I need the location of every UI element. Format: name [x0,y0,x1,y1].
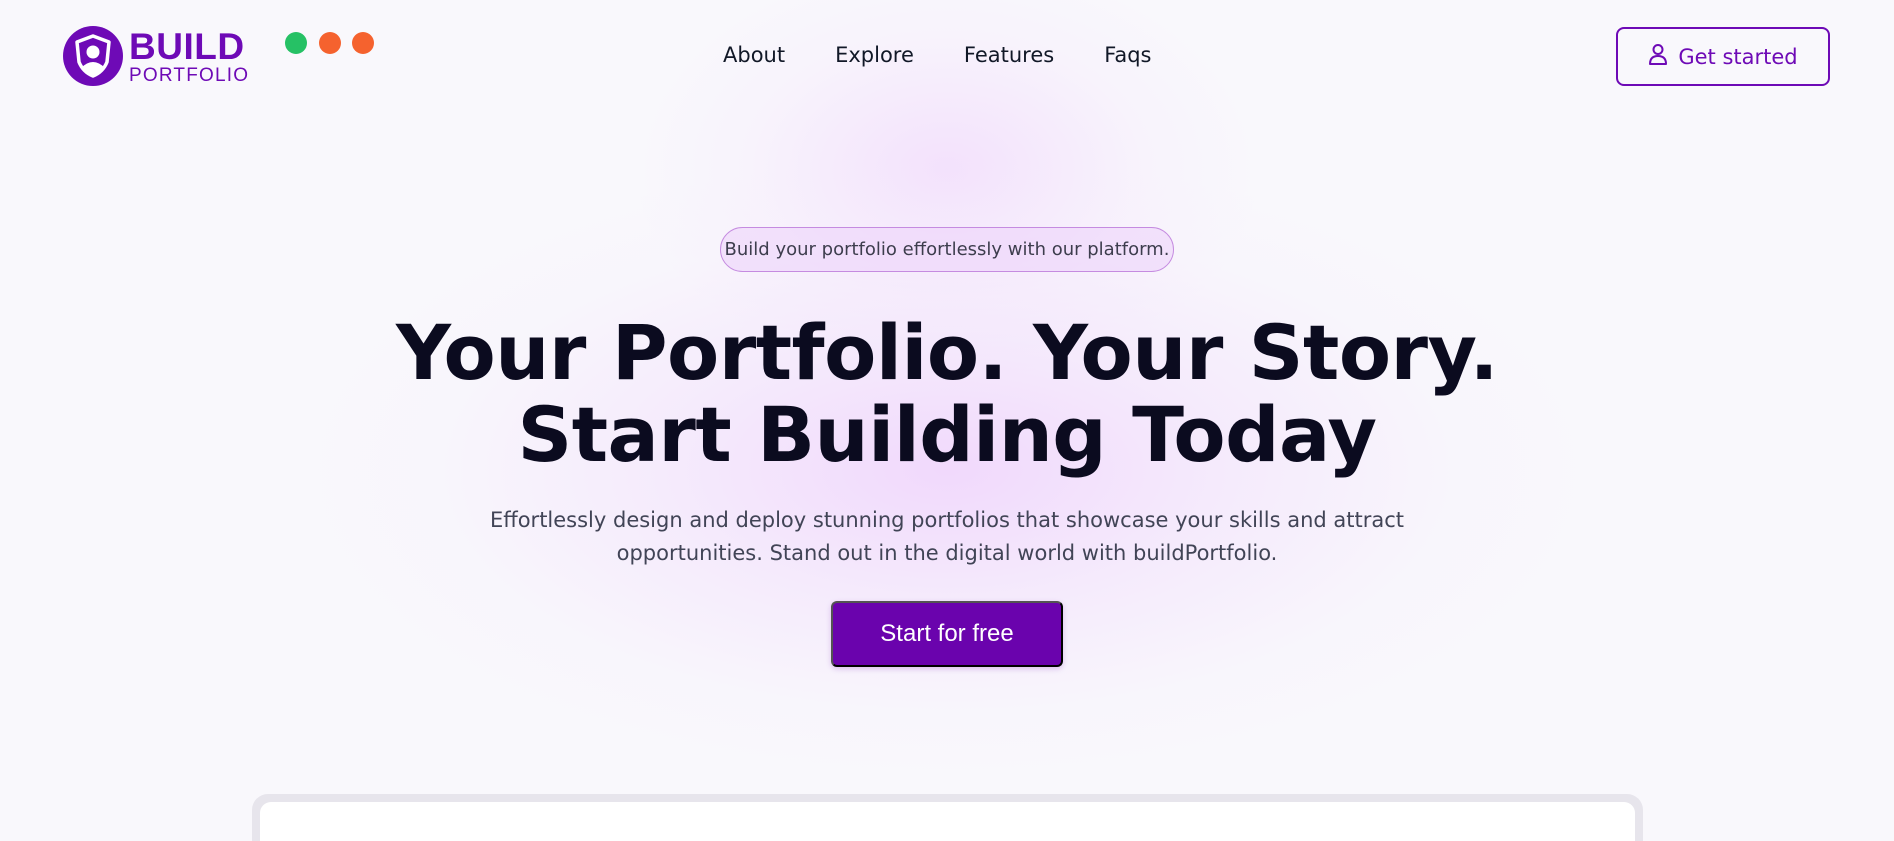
hero-badge: Build your portfolio effortlessly with o… [720,227,1174,272]
hero-subtext-line1: Effortlessly design and deploy stunning … [489,508,1405,532]
hero-subtext-line2: opportunities. Stand out in the digital … [616,541,1278,565]
brand-name-bottom: PORTFOLIO [129,64,250,86]
user-icon [1648,43,1668,70]
hero-subtext: Effortlessly design and deploy stunning … [0,504,1894,570]
brand-name-top: BUILD [129,25,245,67]
app-preview-window [252,794,1643,841]
brand-wordmark: BUILD PORTFOLIO [129,28,249,85]
shield-user-icon [63,26,123,86]
hero-headline-line1: Your Portfolio. Your Story. [396,308,1498,397]
nav-link-explore[interactable]: Explore [835,43,914,67]
window-dot-green [285,32,307,54]
nav-link-faqs[interactable]: Faqs [1104,43,1151,67]
hero-headline: Your Portfolio. Your Story. Start Buildi… [0,312,1894,476]
window-dot-red [352,32,374,54]
get-started-button[interactable]: Get started [1616,27,1830,86]
nav-link-about[interactable]: About [723,43,785,67]
start-for-free-button[interactable]: Start for free [831,601,1063,667]
site-header: BUILD PORTFOLIO About Explore Features F… [0,0,1894,115]
get-started-label: Get started [1678,44,1798,69]
main-nav: About Explore Features Faqs [723,43,1152,67]
brand-logo[interactable]: BUILD PORTFOLIO [63,26,249,86]
window-dot-orange [319,32,341,54]
nav-link-features[interactable]: Features [964,43,1054,67]
hero-headline-line2: Start Building Today [517,390,1377,479]
app-preview-content [260,802,1635,841]
